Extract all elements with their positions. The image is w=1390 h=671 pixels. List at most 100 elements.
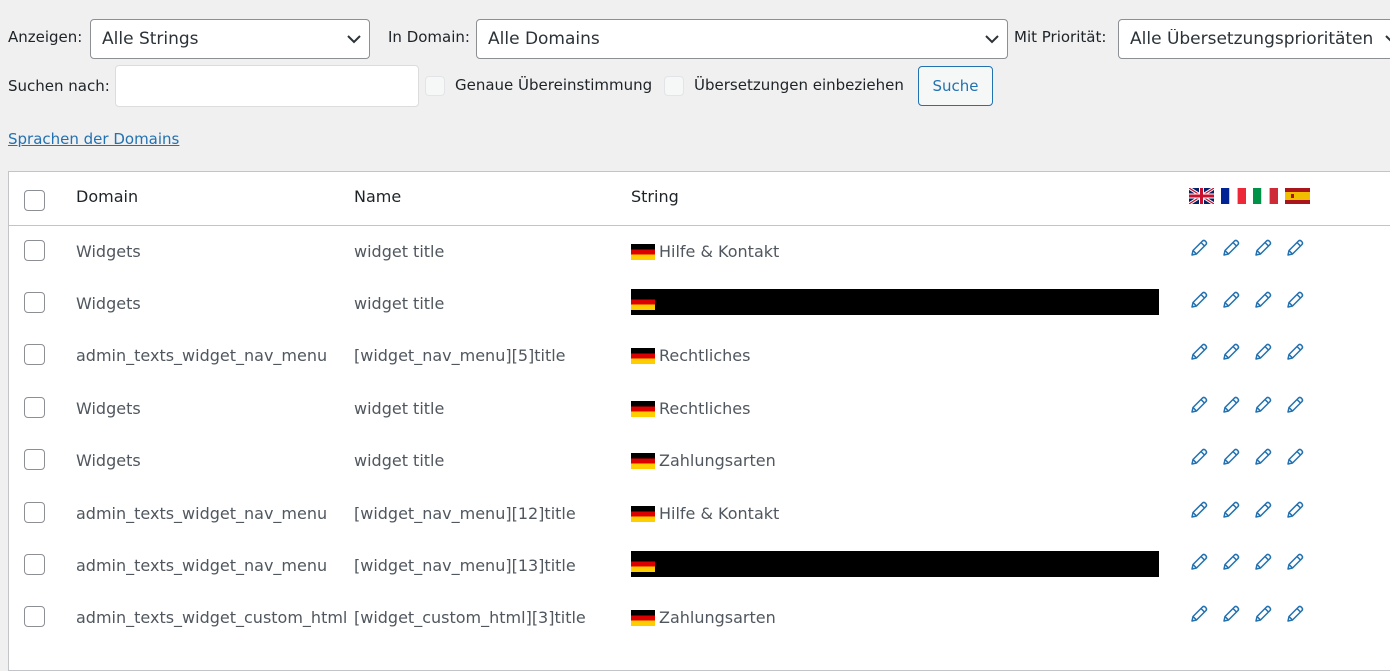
select-all-checkbox[interactable] <box>24 190 45 211</box>
chevron-down-icon <box>977 20 1007 58</box>
show-select-value: Alle Strings <box>102 29 199 49</box>
edit-translation-icon[interactable] <box>1189 604 1209 624</box>
edit-translation-icon[interactable] <box>1189 290 1209 310</box>
edit-translation-icon[interactable] <box>1253 500 1273 520</box>
edit-translation-icon[interactable] <box>1253 395 1273 415</box>
translation-edit-icons <box>1189 290 1305 310</box>
row-name: widget title <box>354 451 445 470</box>
uk-flag-icon <box>1189 188 1214 204</box>
row-name: widget title <box>354 399 445 418</box>
edit-translation-icon[interactable] <box>1285 395 1305 415</box>
edit-translation-icon[interactable] <box>1189 395 1209 415</box>
table-row: Widgets widget title Rechtliches <box>9 383 1390 435</box>
row-string: Zahlungsarten <box>631 605 776 630</box>
row-string-text: Zahlungsarten <box>659 608 776 627</box>
row-domain: admin_texts_widget_nav_menu <box>76 504 328 523</box>
edit-translation-icon[interactable] <box>1285 447 1305 467</box>
row-checkbox[interactable] <box>24 449 45 470</box>
row-checkbox[interactable] <box>24 606 45 627</box>
column-header-domain[interactable]: Domain <box>76 187 138 206</box>
edit-translation-icon[interactable] <box>1221 342 1241 362</box>
column-header-name[interactable]: Name <box>354 187 401 206</box>
priority-select-value: Alle Übersetzungsprioritäten <box>1130 29 1374 49</box>
table-row: Widgets widget title Hilfe & Kontakt <box>9 226 1390 278</box>
edit-translation-icon[interactable] <box>1253 342 1273 362</box>
edit-translation-icon[interactable] <box>1221 500 1241 520</box>
translation-edit-icons <box>1189 342 1305 362</box>
search-button[interactable]: Suche <box>918 66 993 106</box>
row-name: [widget_nav_menu][13]title <box>354 556 576 575</box>
table-row: Widgets widget title <box>9 278 1390 330</box>
germany-flag-icon <box>631 294 655 310</box>
edit-translation-icon[interactable] <box>1285 500 1305 520</box>
domain-languages-link[interactable]: Sprachen der Domains <box>8 130 179 148</box>
edit-translation-icon[interactable] <box>1221 447 1241 467</box>
edit-translation-icon[interactable] <box>1285 342 1305 362</box>
row-domain: Widgets <box>76 451 141 470</box>
row-checkbox[interactable] <box>24 240 45 261</box>
search-label: Suchen nach: <box>8 77 110 95</box>
priority-select[interactable]: Alle Übersetzungsprioritäten <box>1118 19 1390 59</box>
translation-edit-icons <box>1189 604 1305 624</box>
edit-translation-icon[interactable] <box>1253 238 1273 258</box>
edit-translation-icon[interactable] <box>1253 290 1273 310</box>
row-domain: Widgets <box>76 399 141 418</box>
domain-select[interactable]: Alle Domains <box>476 19 1008 59</box>
germany-flag-icon <box>631 347 655 364</box>
edit-translation-icon[interactable] <box>1221 238 1241 258</box>
translation-edit-icons <box>1189 238 1305 258</box>
edit-translation-icon[interactable] <box>1221 395 1241 415</box>
show-label: Anzeigen: <box>8 28 83 46</box>
edit-translation-icon[interactable] <box>1189 342 1209 362</box>
row-name: widget title <box>354 294 445 313</box>
include-translations-checkbox[interactable] <box>664 76 684 96</box>
domain-label: In Domain: <box>388 28 470 46</box>
redacted-string <box>631 289 1159 315</box>
edit-translation-icon[interactable] <box>1285 604 1305 624</box>
priority-label: Mit Priorität: <box>1014 28 1107 46</box>
row-string-text: Rechtliches <box>659 346 751 365</box>
germany-flag-icon <box>631 556 655 572</box>
edit-translation-icon[interactable] <box>1285 238 1305 258</box>
row-name: [widget_nav_menu][12]title <box>354 504 576 523</box>
table-row: admin_texts_widget_nav_menu [widget_nav_… <box>9 540 1390 592</box>
column-header-string[interactable]: String <box>631 187 679 206</box>
row-string: Hilfe & Kontakt <box>631 239 779 264</box>
edit-translation-icon[interactable] <box>1253 447 1273 467</box>
row-checkbox[interactable] <box>24 397 45 418</box>
table-row: admin_texts_widget_nav_menu [widget_nav_… <box>9 330 1390 382</box>
edit-translation-icon[interactable] <box>1189 447 1209 467</box>
row-name: [widget_nav_menu][5]title <box>354 346 566 365</box>
edit-translation-icon[interactable] <box>1189 552 1209 572</box>
edit-translation-icon[interactable] <box>1285 552 1305 572</box>
edit-translation-icon[interactable] <box>1285 290 1305 310</box>
chevron-down-icon <box>339 20 369 58</box>
translation-edit-icons <box>1189 447 1305 467</box>
edit-translation-icon[interactable] <box>1189 238 1209 258</box>
show-select[interactable]: Alle Strings <box>90 19 370 59</box>
germany-flag-icon <box>631 452 655 469</box>
germany-flag-icon <box>631 505 655 522</box>
row-checkbox[interactable] <box>24 554 45 575</box>
edit-translation-icon[interactable] <box>1221 604 1241 624</box>
spain-flag-icon <box>1285 188 1310 204</box>
edit-translation-icon[interactable] <box>1253 552 1273 572</box>
chevron-down-icon <box>1377 20 1390 58</box>
domain-select-value: Alle Domains <box>488 29 600 49</box>
edit-translation-icon[interactable] <box>1221 552 1241 572</box>
row-checkbox[interactable] <box>24 502 45 523</box>
exact-match-checkbox[interactable] <box>425 76 445 96</box>
edit-translation-icon[interactable] <box>1253 604 1273 624</box>
table-header: Domain Name String <box>9 172 1390 226</box>
edit-translation-icon[interactable] <box>1221 290 1241 310</box>
row-string-text: Zahlungsarten <box>659 451 776 470</box>
row-checkbox[interactable] <box>24 344 45 365</box>
search-input[interactable] <box>115 65 419 107</box>
table-row: Widgets widget title Zahlungsarten <box>9 435 1390 487</box>
row-checkbox[interactable] <box>24 292 45 313</box>
edit-translation-icon[interactable] <box>1189 500 1209 520</box>
strings-table: Domain Name String Widgets widget title … <box>8 171 1390 671</box>
row-name: widget title <box>354 242 445 261</box>
germany-flag-icon <box>631 609 655 626</box>
italy-flag-icon <box>1253 188 1278 204</box>
